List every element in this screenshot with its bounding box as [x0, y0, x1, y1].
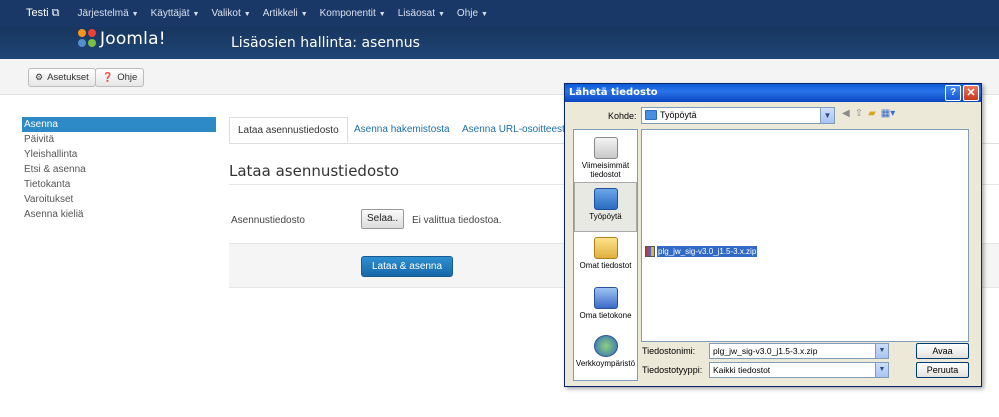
menu-users-label: Käyttäjät: [150, 8, 190, 19]
gear-icon: ⚙: [35, 72, 44, 82]
chevron-down-icon: ▼: [131, 11, 139, 18]
menu-components[interactable]: Komponentit ▼: [320, 8, 386, 19]
chevron-down-icon: ▼: [875, 363, 888, 377]
cancel-button[interactable]: Peruuta: [916, 362, 969, 378]
menu-content-label: Artikkeli: [262, 8, 298, 19]
menu-extensions-label: Lisäosat: [397, 8, 435, 19]
question-icon: ❓: [102, 72, 114, 82]
help-button-label: Ohje: [117, 72, 138, 83]
file-list[interactable]: plg_jw_sig-v3.0_j1.5-3.x.zip: [641, 129, 969, 342]
sidebar-item-warnings[interactable]: Varoitukset: [22, 192, 216, 207]
view-menu-icon[interactable]: ▦▾: [881, 108, 895, 119]
chevron-down-icon: ▼: [481, 11, 488, 18]
desktop-icon: [593, 188, 618, 210]
back-icon[interactable]: ◀: [842, 108, 850, 119]
chevron-down-icon: ▼: [875, 344, 888, 358]
zip-file-icon: [645, 245, 655, 257]
place-desktop[interactable]: Työpöytä: [574, 182, 637, 232]
section-title: Lataa asennustiedosto: [229, 162, 400, 180]
recent-documents-icon: [593, 137, 618, 159]
chevron-down-icon: ▼: [820, 108, 834, 123]
options-button[interactable]: ⚙ Asetukset: [28, 68, 96, 87]
place-my-computer-label: Oma tietokone: [579, 311, 632, 320]
chevron-down-icon: ▼: [192, 11, 200, 18]
places-bar: Viimeisimmät tiedostot Työpöytä Omat tie…: [573, 129, 638, 381]
browse-button[interactable]: Selaa..: [361, 209, 405, 229]
menu-content[interactable]: Artikkeli ▼: [263, 8, 308, 19]
sidebar-item-manage[interactable]: Yleishallinta: [22, 147, 216, 162]
menu-components-label: Komponentit: [319, 8, 376, 19]
desktop-folder-icon: [645, 110, 657, 120]
menu-menus-label: Valikot: [211, 8, 241, 19]
filename-input[interactable]: plg_jw_sig-v3.0_j1.5-3.x.zip ▼: [709, 343, 889, 359]
place-network-label: Verkkoympäristö: [575, 359, 636, 368]
network-icon: [593, 335, 618, 357]
tab-install-from-url[interactable]: Asenna URL-osoitteest: [454, 117, 573, 143]
menu-menus[interactable]: Valikot ▼: [211, 8, 250, 19]
joomla-logo[interactable]: Joomla!: [78, 29, 166, 49]
dialog-nav-icons: ◀ ⇧ ▰ ▦▾: [842, 108, 900, 119]
menu-system[interactable]: Järjestelmä ▼: [78, 8, 139, 19]
place-my-documents-label: Omat tiedostot: [579, 261, 632, 270]
filename-label: Tiedostonimi:: [642, 346, 696, 356]
look-in-value: Työpöytä: [660, 110, 697, 120]
menu-system-label: Järjestelmä: [77, 8, 129, 19]
filetype-label: Tiedostotyyppi:: [642, 365, 703, 375]
chevron-down-icon: ▼: [243, 11, 251, 18]
file-item[interactable]: plg_jw_sig-v3.0_j1.5-3.x.zip: [645, 245, 758, 257]
package-file-label: Asennustiedosto: [231, 215, 305, 226]
place-my-documents[interactable]: Omat tiedostot: [574, 232, 637, 282]
tab-install-from-directory[interactable]: Asenna hakemistosta: [346, 117, 458, 143]
my-documents-icon: [593, 237, 618, 259]
dialog-title: Lähetä tiedosto: [565, 84, 981, 102]
chevron-down-icon: ▼: [378, 11, 386, 18]
my-computer-icon: [593, 287, 618, 309]
menu-help[interactable]: Ohje ▼: [457, 8, 488, 19]
help-button[interactable]: ❓ Ohje: [95, 68, 145, 87]
filetype-value: Kaikki tiedostot: [713, 365, 771, 375]
place-network[interactable]: Verkkoympäristö: [574, 330, 637, 380]
options-button-label: Asetukset: [47, 72, 89, 83]
sidebar-item-update[interactable]: Päivitä: [22, 132, 216, 147]
page-title: Lisäosien hallinta: asennus: [231, 35, 420, 51]
filename-value: plg_jw_sig-v3.0_j1.5-3.x.zip: [713, 346, 818, 356]
chevron-down-icon: ▼: [300, 11, 308, 18]
joomla-logo-icon: [78, 29, 98, 49]
chevron-down-icon: ▼: [437, 11, 445, 18]
no-file-text: Ei valittua tiedostoa.: [412, 215, 502, 226]
look-in-select[interactable]: Työpöytä ▼: [641, 107, 835, 124]
menu-help-label: Ohje: [456, 8, 479, 19]
admin-menubar: Testi ⧉ Järjestelmä ▼ Käyttäjät ▼ Valikot ▼…: [0, 0, 999, 27]
page-header: Joomla! Lisäosien hallinta: asennus: [0, 27, 999, 59]
place-desktop-label: Työpöytä: [589, 212, 622, 221]
site-link[interactable]: Testi ⧉: [26, 7, 60, 20]
place-my-computer[interactable]: Oma tietokone: [574, 282, 637, 332]
dialog-help-button[interactable]: ?: [945, 85, 961, 101]
place-recent-label: Viimeisimmät tiedostot: [581, 161, 630, 179]
tab-upload-package[interactable]: Lataa asennustiedosto: [229, 117, 348, 143]
sidebar-item-install[interactable]: Asenna: [22, 117, 216, 132]
dialog-close-button[interactable]: ✕: [963, 85, 979, 101]
upload-install-button[interactable]: Lataa & asenna: [361, 256, 454, 277]
look-in-label: Kohde:: [608, 111, 637, 121]
sidebar-item-database[interactable]: Tietokanta: [22, 177, 216, 192]
new-folder-icon[interactable]: ▰: [868, 108, 876, 119]
logo-text: Joomla!: [100, 29, 166, 49]
sidebar-item-discover[interactable]: Etsi & asenna: [22, 162, 216, 177]
open-button[interactable]: Avaa: [916, 343, 969, 359]
file-name: plg_jw_sig-v3.0_j1.5-3.x.zip: [657, 245, 758, 257]
up-folder-icon[interactable]: ⇧: [855, 108, 863, 119]
menu-users[interactable]: Käyttäjät ▼: [151, 8, 200, 19]
filetype-select[interactable]: Kaikki tiedostot ▼: [709, 362, 889, 378]
place-recent[interactable]: Viimeisimmät tiedostot: [574, 132, 637, 182]
sidebar: Asenna Päivitä Yleishallinta Etsi & asen…: [22, 117, 216, 222]
menu-extensions[interactable]: Lisäosat ▼: [398, 8, 445, 19]
file-upload-dialog: Lähetä tiedosto ? ✕ Kohde: Työpöytä ▼ ◀ …: [564, 83, 982, 387]
sidebar-item-install-languages[interactable]: Asenna kieliä: [22, 207, 216, 222]
